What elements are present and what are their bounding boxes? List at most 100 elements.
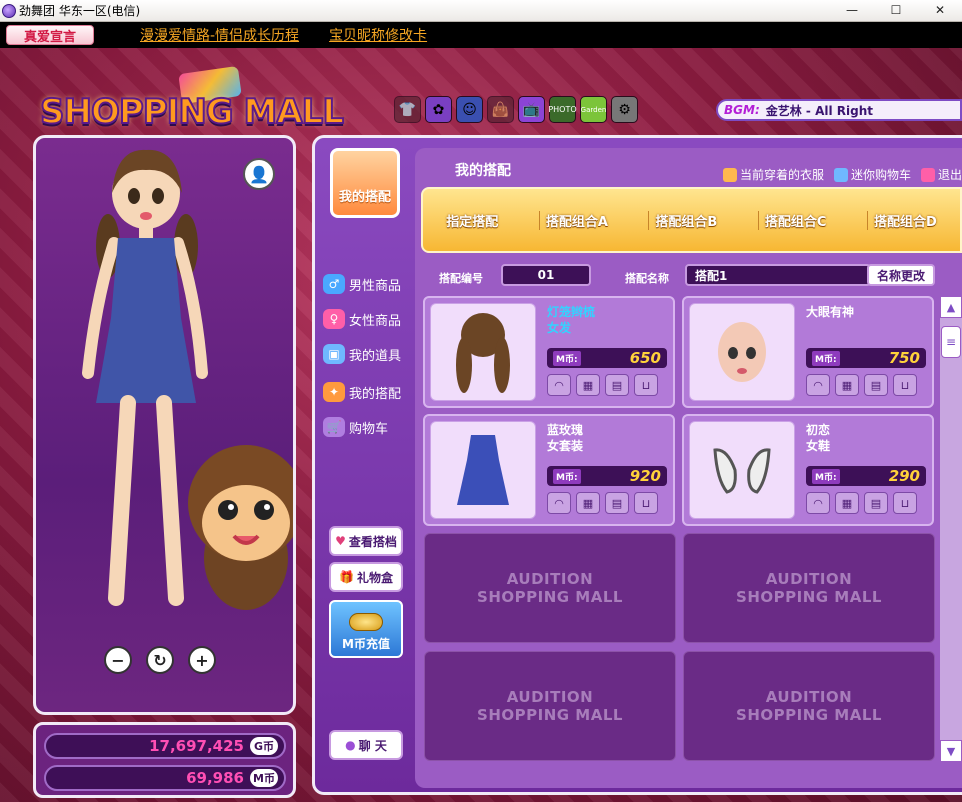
tab-combo-d[interactable]: 搭配组合D	[866, 210, 943, 230]
sidebar-item-label: 我的搭配	[349, 386, 402, 402]
m-currency-amount: 69,986	[186, 769, 244, 787]
item-price: 920	[629, 467, 661, 485]
tv-icon[interactable]: 📺	[518, 96, 545, 123]
try-on-icon[interactable]: ◠	[547, 374, 571, 396]
item-scrollbar[interactable]: ▲ ≡ ▼	[940, 296, 962, 762]
add-to-cart-icon[interactable]: ⊔	[634, 374, 658, 396]
header-links: 当前穿着的衣服 迷你购物车 退出	[722, 166, 962, 183]
couple-growth-link[interactable]: 漫漫爱情路-情侣成长历程	[140, 25, 299, 45]
hair-icon	[456, 313, 510, 393]
wishlist-icon[interactable]: ▤	[605, 374, 629, 396]
exit-link[interactable]: 退出	[920, 166, 962, 183]
bgm-display: BGM: 金艺林 - All Right	[716, 99, 962, 121]
tab-combo-c[interactable]: 搭配组合C	[757, 210, 833, 230]
female-icon: ♀	[323, 309, 345, 329]
garden-icon[interactable]: Garden	[580, 96, 607, 123]
sidebar-item-my-outfits[interactable]: ✦ 我的搭配	[323, 382, 401, 402]
mini-cart-link[interactable]: 迷你购物车	[833, 166, 911, 183]
item-card-dress[interactable]: 蓝玫瑰 女套装 M币: 920 ◠ ▦ ▤ ⊔	[423, 414, 675, 526]
tab-assigned-outfit[interactable]: 指定搭配	[440, 211, 504, 230]
m-coin-recharge-button[interactable]: M币充值	[329, 600, 403, 658]
gift-icon[interactable]: ▦	[576, 374, 600, 396]
try-on-icon[interactable]: ◠	[806, 492, 830, 514]
item-name-line2: 女鞋	[806, 439, 831, 453]
heart-icon: ♥	[335, 534, 346, 548]
outfit-number-field[interactable]: 01	[501, 264, 591, 286]
close-button[interactable]: ✕	[918, 0, 962, 20]
view-partner-button[interactable]: ♥ 查看搭档	[329, 526, 403, 556]
item-name-line1: 大眼有神	[806, 305, 855, 319]
empty-slot-line2: SHOPPING MALL	[736, 588, 882, 606]
sidebar-item-my-items[interactable]: ▣ 我的道具	[323, 344, 401, 364]
gift-icon[interactable]: ▦	[576, 492, 600, 514]
sidebar-item-label: 男性商品	[349, 278, 402, 294]
outfit-tabs: 指定搭配 搭配组合A 搭配组合B 搭配组合C 搭配组合D	[421, 187, 962, 253]
sidebar-item-label: 女性商品	[349, 313, 402, 329]
add-to-cart-icon[interactable]: ⊔	[893, 374, 917, 396]
shirt-icon	[722, 167, 737, 182]
item-card-shoes[interactable]: 初恋 女鞋 M币: 290 ◠ ▦ ▤ ⊔	[682, 414, 934, 526]
add-to-cart-icon[interactable]: ⊔	[893, 492, 917, 514]
wishlist-icon[interactable]: ▤	[864, 374, 888, 396]
door-icon	[920, 167, 935, 182]
scroll-down-icon[interactable]: ▼	[940, 740, 962, 762]
price-bar: M币: 290	[806, 466, 926, 486]
gift-icon[interactable]: ▦	[835, 374, 859, 396]
box-icon: ▣	[323, 344, 345, 364]
side-menu: 我的搭配 ♂ 男性商品 ♀ 女性商品 ▣ 我的道具 ✦ 我的搭配 🛒 购物车 ♥…	[315, 138, 415, 792]
maximize-button[interactable]: ☐	[874, 0, 918, 20]
shirt-icon[interactable]: 👕	[394, 96, 421, 123]
item-name-line1: 初恋	[806, 423, 831, 437]
price-unit: M币:	[553, 468, 581, 484]
current-clothes-link[interactable]: 当前穿着的衣服	[722, 166, 824, 183]
face-icon[interactable]: ☺	[456, 96, 483, 123]
tab-combo-a[interactable]: 搭配组合A	[538, 210, 614, 230]
item-card-face[interactable]: 大眼有神 M币: 750 ◠ ▦ ▤ ⊔	[682, 296, 934, 408]
zoom-in-button[interactable]: +	[188, 646, 216, 674]
wishlist-icon[interactable]: ▤	[605, 492, 629, 514]
item-price: 290	[888, 467, 920, 485]
scroll-thumb[interactable]: ≡	[941, 326, 961, 358]
settings-icon[interactable]: ⚙	[611, 96, 638, 123]
sidebar-item-cart[interactable]: 🛒 购物车	[323, 417, 388, 437]
item-name: 初恋 女鞋	[806, 422, 830, 454]
character-avatar[interactable]	[36, 138, 293, 628]
gift-box-button[interactable]: 🎁 礼物盒	[329, 562, 403, 592]
try-on-icon[interactable]: ◠	[806, 374, 830, 396]
tab-combo-b[interactable]: 搭配组合B	[648, 210, 723, 230]
outfit-name-field[interactable]: 搭配1	[685, 264, 871, 286]
try-on-icon[interactable]: ◠	[547, 492, 571, 514]
outfit-main-area: 我的搭配 当前穿着的衣服 迷你购物车 退出 指定搭配 搭配组合A 搭配组合B 搭…	[415, 148, 962, 788]
chat-button[interactable]: ● 聊 天	[329, 730, 403, 760]
sidebar-item-female-goods[interactable]: ♀ 女性商品	[323, 309, 401, 329]
minimize-button[interactable]: —	[830, 0, 874, 20]
scroll-up-icon[interactable]: ▲	[940, 296, 962, 318]
item-name-line2: 女套装	[547, 439, 584, 453]
item-name-line1: 灯笼辫梳	[547, 305, 596, 319]
zoom-out-button[interactable]: −	[104, 646, 132, 674]
photo-icon[interactable]: PHOTO	[548, 96, 577, 123]
zoom-controls: − ↻ +	[104, 646, 216, 674]
price-unit: M币:	[812, 468, 840, 484]
bag-icon[interactable]: 👜	[487, 96, 514, 123]
rotate-button[interactable]: ↻	[146, 646, 174, 674]
sidebar-item-label: 我的道具	[349, 348, 402, 364]
current-clothes-label: 当前穿着的衣服	[739, 168, 824, 182]
add-to-cart-icon[interactable]: ⊔	[634, 492, 658, 514]
sidebar-item-male-goods[interactable]: ♂ 男性商品	[323, 274, 401, 294]
empty-slot-line1: AUDITION	[765, 570, 853, 588]
character-preview-panel: 👤 − ↻ +	[33, 135, 296, 715]
love-vow-button[interactable]: 真爱宣言	[6, 25, 94, 45]
gift-icon[interactable]: ▦	[835, 492, 859, 514]
hair-icon[interactable]: ✿	[425, 96, 452, 123]
pet-rename-card-link[interactable]: 宝贝昵称修改卡	[329, 25, 427, 45]
empty-slot: AUDITION SHOPPING MALL	[424, 533, 676, 643]
item-card-hair[interactable]: 灯笼辫梳 女发 M币: 650 ◠ ▦ ▤ ⊔	[423, 296, 675, 408]
window-titlebar: 劲舞团 华东一区(电信) — ☐ ✕	[0, 0, 962, 22]
g-currency-amount: 17,697,425	[149, 737, 244, 755]
item-actions: ◠ ▦ ▤ ⊔	[806, 492, 917, 514]
item-name: 蓝玫瑰 女套装	[547, 422, 583, 454]
wishlist-icon[interactable]: ▤	[864, 492, 888, 514]
sidebar-item-label: 购物车	[349, 421, 389, 437]
rename-button[interactable]: 名称更改	[867, 264, 935, 286]
